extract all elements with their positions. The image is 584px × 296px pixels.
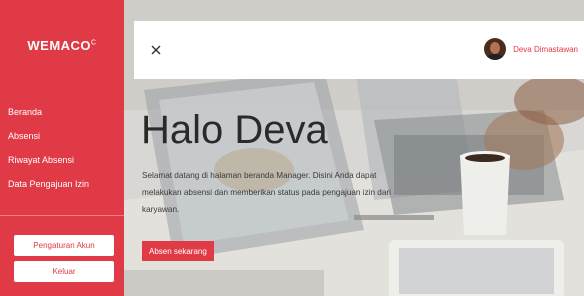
user-name: Deva Dimastawan	[513, 44, 578, 54]
logout-button[interactable]: Keluar	[14, 261, 114, 282]
user-profile[interactable]: Deva Dimastawan	[484, 37, 578, 61]
top-bar: Deva Dimastawan	[134, 21, 584, 79]
brand-name: WEMACO	[27, 38, 92, 53]
sidebar-divider	[0, 215, 124, 216]
sidebar-item-riwayat-absensi[interactable]: Riwayat Absensi	[8, 153, 89, 177]
brand-logo: WEMACOC	[0, 38, 124, 53]
avatar	[484, 38, 507, 60]
main-content: Deva Dimastawan Halo Deva Selamat datang…	[124, 0, 584, 296]
sidebar-item-absensi[interactable]: Absensi	[8, 129, 89, 153]
absen-now-button[interactable]: Absen sekarang	[142, 241, 214, 261]
sidebar-item-data-pengajuan-izin[interactable]: Data Pengajuan Izin	[8, 177, 89, 201]
welcome-text: Selamat datang di halaman beranda Manage…	[142, 171, 391, 214]
sidebar: WEMACOC Beranda Absensi Riwayat Absensi …	[0, 0, 124, 296]
sidebar-item-beranda[interactable]: Beranda	[8, 105, 89, 129]
account-settings-button[interactable]: Pengaturan Akun	[14, 235, 114, 256]
page-title: Halo Deva	[141, 108, 328, 152]
brand-mark: C	[91, 39, 97, 47]
close-icon[interactable]	[148, 42, 164, 58]
sidebar-nav: Beranda Absensi Riwayat Absensi Data Pen…	[8, 105, 89, 201]
